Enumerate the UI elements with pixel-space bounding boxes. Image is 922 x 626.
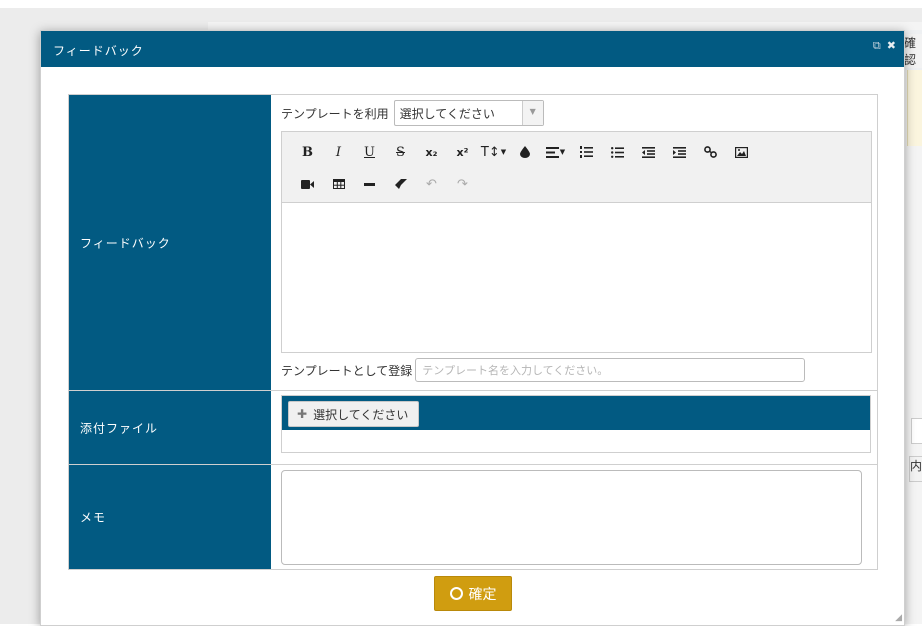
underline-button[interactable]: U [354, 140, 385, 164]
bold-button[interactable]: B [292, 140, 323, 164]
undo-button[interactable]: ↶ [416, 172, 447, 196]
background-text-fragment: 確認 [902, 34, 922, 68]
template-select[interactable]: 選択してください ▼ [393, 100, 544, 126]
confirm-button[interactable]: 確定 [434, 576, 512, 611]
caret-down-icon: ▼ [500, 148, 507, 156]
redo-icon: ↷ [457, 176, 468, 192]
memo-label: メモ [80, 510, 107, 525]
memo-label-cell: メモ [69, 465, 271, 569]
header-icons: ⧉ ✖ [867, 39, 896, 53]
table-button[interactable] [323, 172, 354, 196]
link-icon [704, 146, 717, 158]
redo-button[interactable]: ↷ [447, 172, 478, 196]
select-file-label: 選択してください [313, 407, 409, 422]
font-size-button[interactable]: T↕ ▼ [478, 140, 509, 164]
strikethrough-button[interactable]: S [385, 140, 416, 164]
select-file-button[interactable]: ✚ 選択してください [288, 401, 420, 427]
template-use-row: テンプレートを利用 選択してください ▼ [281, 100, 544, 126]
confirm-label: 確定 [468, 586, 497, 603]
modal-header: フィードバック ⧉ ✖ [41, 31, 904, 67]
horizontal-rule-button[interactable] [354, 172, 385, 196]
unordered-list-button[interactable] [602, 140, 633, 164]
modal-title: フィードバック [53, 44, 144, 58]
superscript-button[interactable]: x² [447, 140, 478, 164]
feedback-label-cell: フィードバック [69, 95, 271, 390]
droplet-icon [519, 146, 530, 158]
feedback-form: フィードバック テンプレートを利用 選択してください ▼ B I U S x₂ … [68, 94, 878, 570]
background-input-fragment [911, 418, 922, 444]
template-name-input[interactable] [415, 358, 806, 382]
feedback-modal: フィードバック ⧉✖ フィードバック テンプレートを利用 選択してください ▼ [40, 30, 905, 626]
circle-icon [449, 587, 463, 600]
background-text-fragment-2: 内 [909, 456, 922, 482]
feedback-body: テンプレートを利用 選択してください ▼ B I U S x₂ x² T↕ ▼ … [271, 95, 877, 390]
feedback-label: フィードバック [80, 236, 171, 250]
eraser-icon [394, 179, 407, 189]
attachment-label: 添付ファイル [80, 421, 159, 435]
toolbar-row-2: ↶ ↷ [292, 172, 478, 196]
external-link-icon[interactable]: ⧉ [873, 39, 881, 52]
template-select-value: 選択してください [399, 107, 495, 121]
attachment-label-cell: 添付ファイル [69, 391, 271, 464]
undo-icon: ↶ [426, 176, 437, 192]
subscript-button[interactable]: x₂ [416, 140, 447, 164]
plus-icon: ✚ [297, 407, 308, 421]
video-button[interactable] [292, 172, 323, 196]
toolbar-row-1: B I U S x₂ x² T↕ ▼ ▼ [292, 140, 757, 164]
italic-button[interactable]: I [323, 140, 354, 164]
chevron-down-icon: ▼ [521, 101, 543, 125]
video-icon [301, 179, 314, 189]
align-button[interactable]: ▼ [540, 140, 571, 164]
memo-body [271, 465, 877, 569]
attachment-panel: ✚ 選択してください [281, 395, 871, 453]
outdent-button[interactable] [633, 140, 664, 164]
template-register-label: テンプレートとして登録 [281, 363, 413, 378]
minus-icon [364, 182, 375, 186]
template-register-row: テンプレートとして登録 [281, 356, 806, 384]
background-notice [907, 70, 922, 146]
memo-textarea[interactable] [281, 470, 862, 565]
editor-content-area[interactable] [282, 203, 871, 352]
unordered-list-icon [611, 146, 624, 158]
attachment-bar: ✚ 選択してください [282, 396, 870, 430]
template-use-label: テンプレートを利用 [281, 106, 389, 121]
memo-row: メモ [69, 465, 877, 569]
attachment-row: 添付ファイル ✚ 選択してください [69, 391, 877, 465]
ordered-list-button[interactable] [571, 140, 602, 164]
caret-down-icon: ▼ [559, 148, 566, 156]
link-button[interactable] [695, 140, 726, 164]
image-icon [735, 146, 748, 158]
indent-button[interactable] [664, 140, 695, 164]
resize-grip-icon[interactable]: ◢ [895, 613, 902, 623]
feedback-row: フィードバック テンプレートを利用 選択してください ▼ B I U S x₂ … [69, 95, 877, 391]
image-button[interactable] [726, 140, 757, 164]
align-left-icon [545, 146, 559, 158]
close-icon[interactable]: ✖ [887, 39, 896, 52]
eraser-button[interactable] [385, 172, 416, 196]
color-button[interactable] [509, 140, 540, 164]
table-icon [332, 179, 345, 189]
outdent-icon [642, 146, 655, 158]
editor-toolbar: B I U S x₂ x² T↕ ▼ ▼ ↶ ↷ [282, 132, 871, 203]
ordered-list-icon [580, 146, 593, 158]
rich-text-editor: B I U S x₂ x² T↕ ▼ ▼ ↶ ↷ [281, 131, 872, 353]
indent-icon [673, 146, 686, 158]
attachment-body: ✚ 選択してください [271, 391, 877, 464]
font-size-label: T↕ [480, 144, 500, 160]
